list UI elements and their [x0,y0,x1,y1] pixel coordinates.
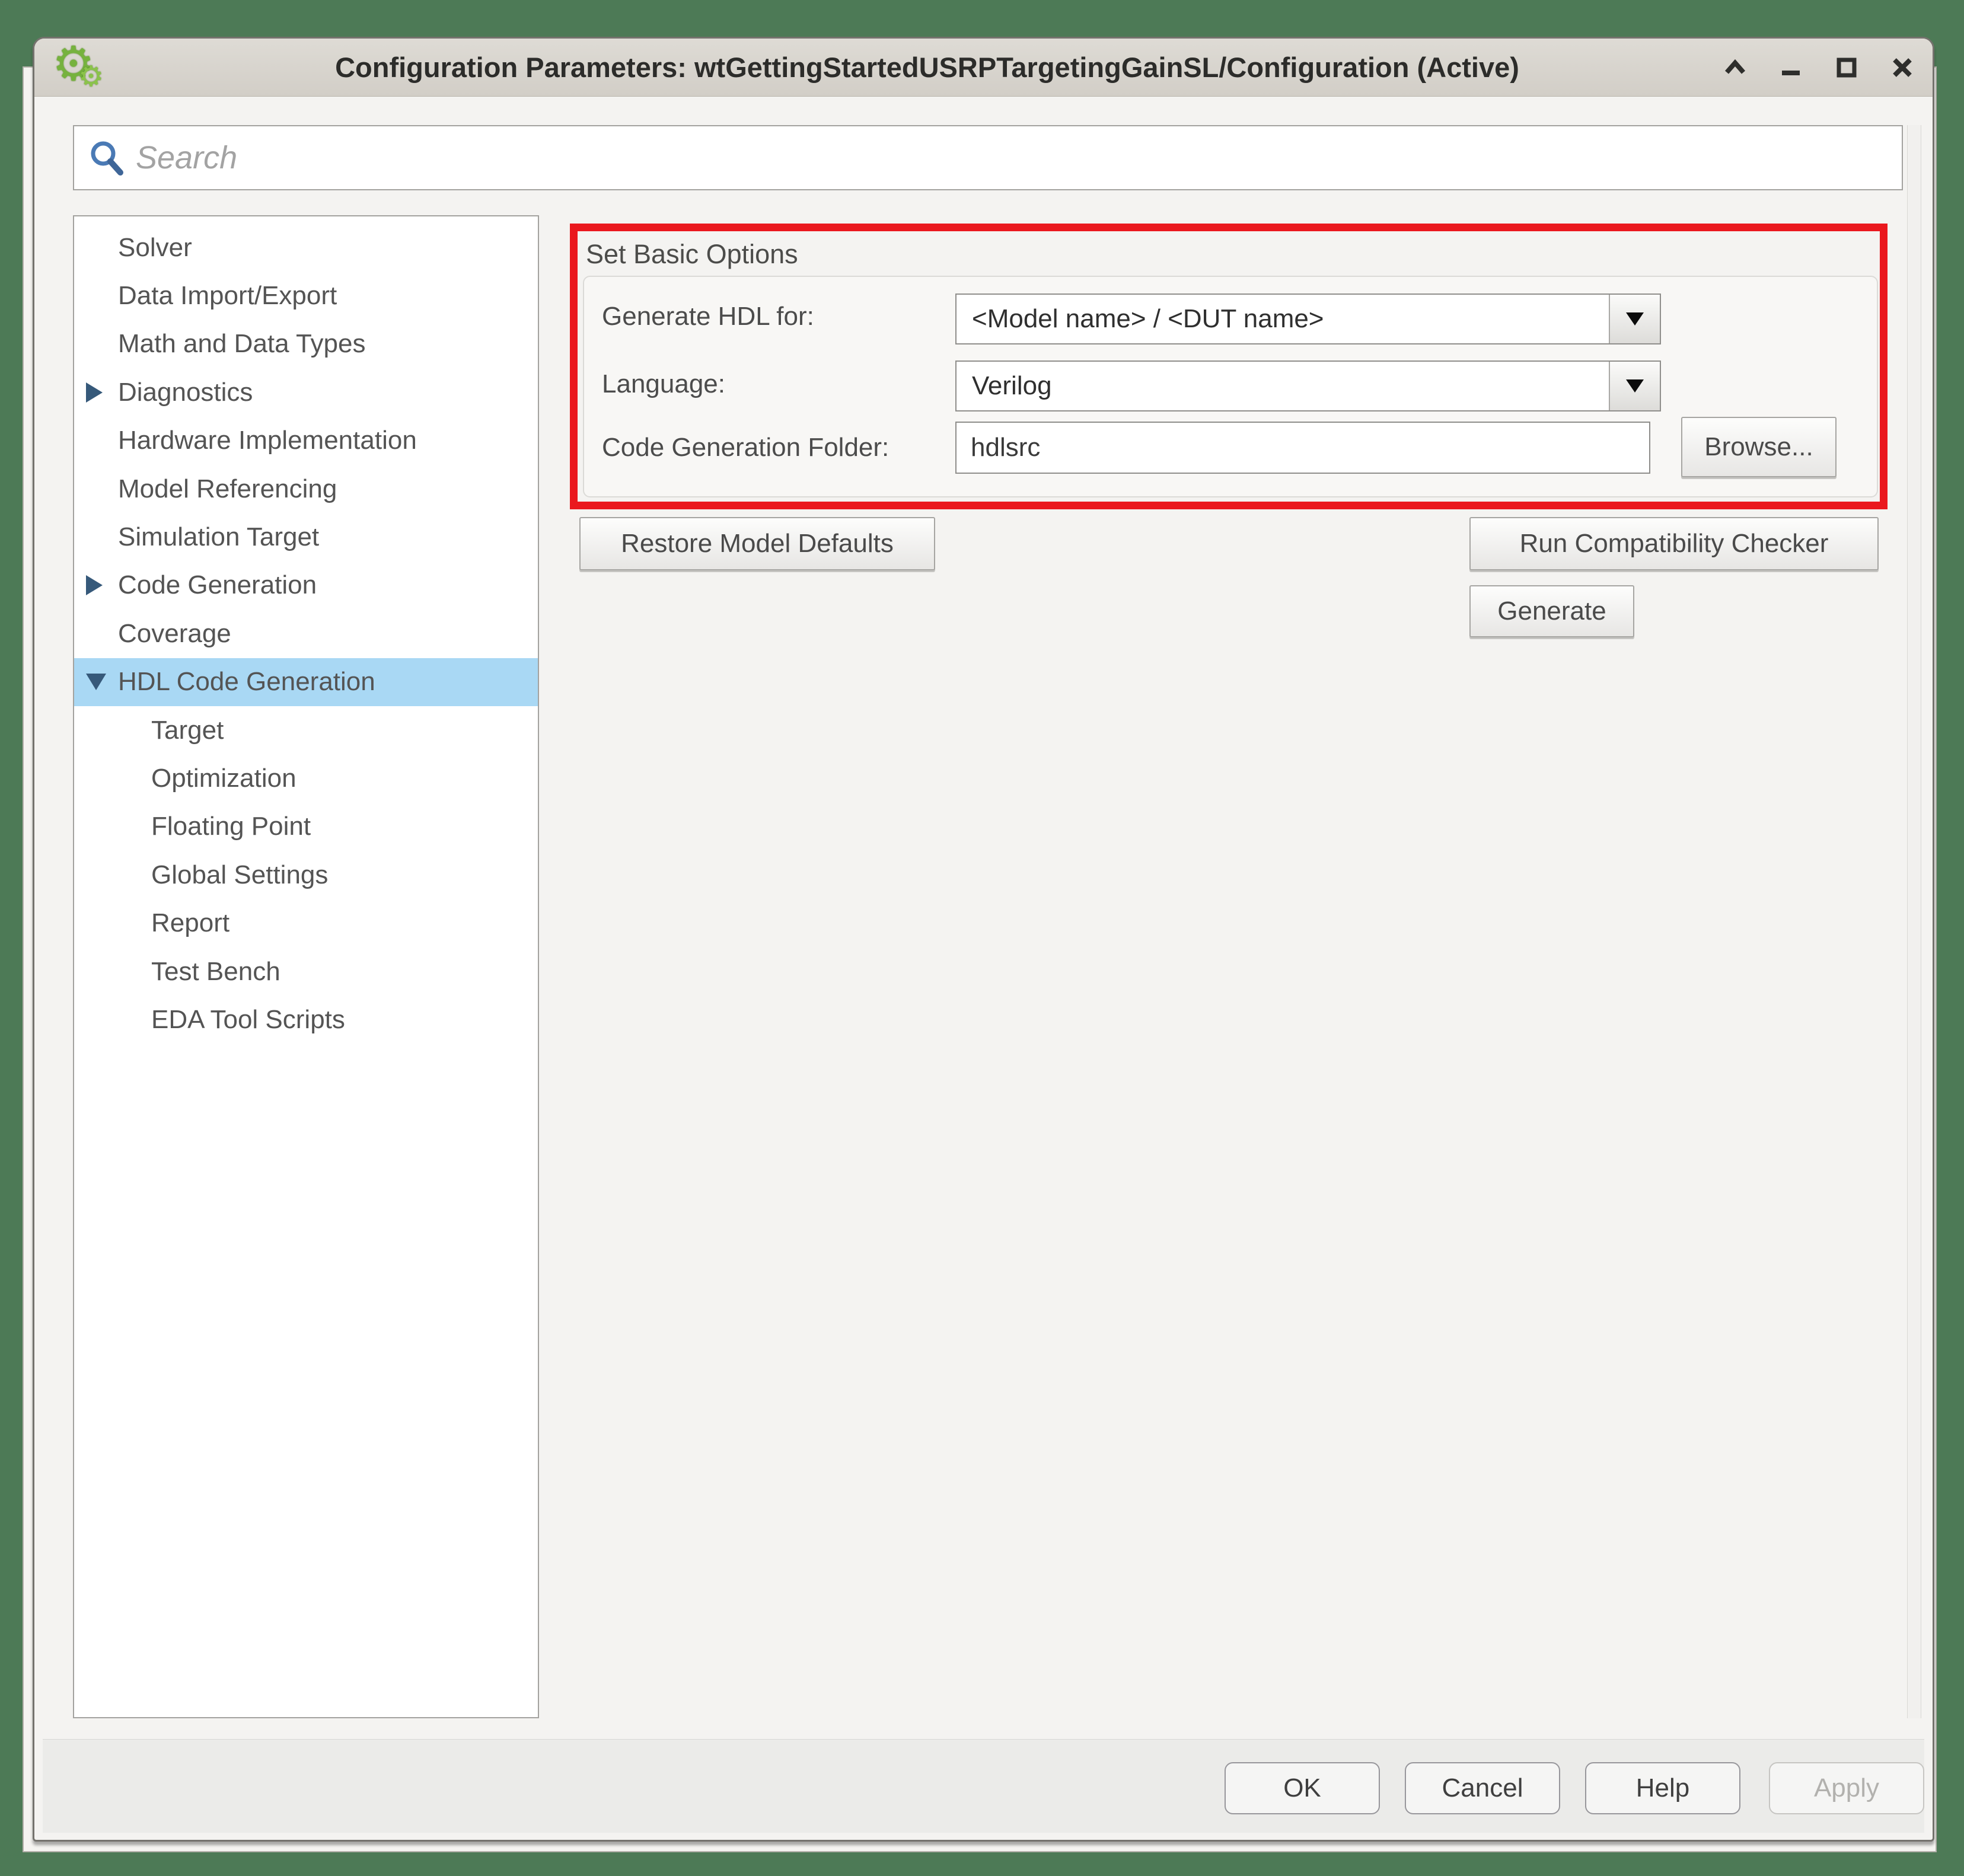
window-controls [1723,39,1915,97]
chevron-down-icon[interactable] [1609,295,1660,343]
sidebar-item-model-referencing[interactable]: Model Referencing [74,465,538,513]
language-label: Language: [602,369,725,399]
sidebar-item-hardware-implementation[interactable]: Hardware Implementation [74,417,538,465]
search-input[interactable] [136,126,1902,189]
restore-model-defaults-button[interactable]: Restore Model Defaults [579,517,935,570]
ok-button[interactable]: OK [1225,1762,1380,1814]
sidebar-item-label: Report [151,908,229,938]
sidebar-item-hdl-code-generation[interactable]: HDL Code Generation [74,658,538,706]
sidebar-item-test-bench[interactable]: Test Bench [74,947,538,996]
minimize-icon[interactable] [1778,55,1803,80]
help-button[interactable]: Help [1585,1762,1740,1814]
browse-button[interactable]: Browse... [1681,417,1837,477]
apply-button[interactable]: Apply [1769,1762,1924,1814]
run-compatibility-checker-button[interactable]: Run Compatibility Checker [1469,517,1879,570]
window-title: Configuration Parameters: wtGettingStart… [34,51,1933,84]
sidebar-item-solver[interactable]: Solver [74,224,538,272]
code-generation-folder-label: Code Generation Folder: [602,433,889,462]
sidebar-item-label: Code Generation [118,570,317,600]
configuration-parameters-dialog: ⚙ ⚙ Configuration Parameters: wtGettingS… [33,37,1934,1842]
generate-hdl-for-dropdown[interactable]: <Model name> / <DUT name> [955,293,1661,344]
sidebar-item-coverage[interactable]: Coverage [74,610,538,658]
sidebar-item-label: Target [151,716,224,745]
section-title: Set Basic Options [586,239,798,270]
code-generation-folder-input[interactable] [955,422,1650,474]
footer-bar: OK Cancel Help Apply [43,1739,1924,1833]
sidebar-item-label: Coverage [118,619,231,649]
chevron-down-icon[interactable] [1609,362,1660,410]
maximize-icon[interactable] [1834,55,1859,80]
sidebar-item-code-generation[interactable]: Code Generation [74,561,538,610]
close-icon[interactable] [1890,55,1915,80]
sidebar-item-label: Data Import/Export [118,281,337,311]
tree-expanded-arrow[interactable] [86,674,106,690]
sidebar-item-label: Optimization [151,764,296,793]
search-icon [88,139,125,176]
sidebar-item-label: Floating Point [151,812,311,841]
sidebar-item-label: Test Bench [151,957,280,987]
sidebar-item-floating-point[interactable]: Floating Point [74,803,538,851]
sidebar-item-label: Diagnostics [118,378,253,407]
sidebar-item-label: Hardware Implementation [118,426,417,455]
sidebar-item-math-and-data-types[interactable]: Math and Data Types [74,320,538,368]
sidebar-item-data-import-export[interactable]: Data Import/Export [74,272,538,320]
sidebar-item-eda-tool-scripts[interactable]: EDA Tool Scripts [74,996,538,1044]
sidebar-item-diagnostics[interactable]: Diagnostics [74,368,538,416]
vertical-scrollbar[interactable] [1907,125,1921,1718]
shade-icon[interactable] [1723,55,1748,80]
sidebar-item-optimization[interactable]: Optimization [74,754,538,802]
tree-collapsed-arrow[interactable] [86,575,103,595]
gear-icon: ⚙ ⚙ [52,40,117,97]
sidebar-tree: Solver Data Import/Export Math and Data Ty… [73,215,539,1718]
sidebar-item-report[interactable]: Report [74,899,538,947]
generate-hdl-for-label: Generate HDL for: [602,302,814,331]
sidebar-item-label: Model Referencing [118,474,337,504]
sidebar-item-label: Math and Data Types [118,329,365,359]
sidebar-item-global-settings[interactable]: Global Settings [74,851,538,899]
sidebar-item-label: Simulation Target [118,522,319,552]
language-dropdown[interactable]: Verilog [955,360,1661,411]
sidebar-item-label: Global Settings [151,860,328,890]
sidebar-item-label: Solver [118,233,192,263]
generate-button[interactable]: Generate [1469,585,1634,637]
sidebar-item-target[interactable]: Target [74,706,538,754]
tree-collapsed-arrow[interactable] [86,382,103,403]
language-value: Verilog [957,362,1609,410]
search-box [73,125,1903,190]
titlebar[interactable]: ⚙ ⚙ Configuration Parameters: wtGettingS… [34,39,1933,97]
sidebar-item-label: EDA Tool Scripts [151,1005,345,1035]
cancel-button[interactable]: Cancel [1405,1762,1560,1814]
generate-hdl-for-value: <Model name> / <DUT name> [957,295,1609,343]
sidebar-item-simulation-target[interactable]: Simulation Target [74,513,538,561]
sidebar-item-label: HDL Code Generation [118,667,375,697]
